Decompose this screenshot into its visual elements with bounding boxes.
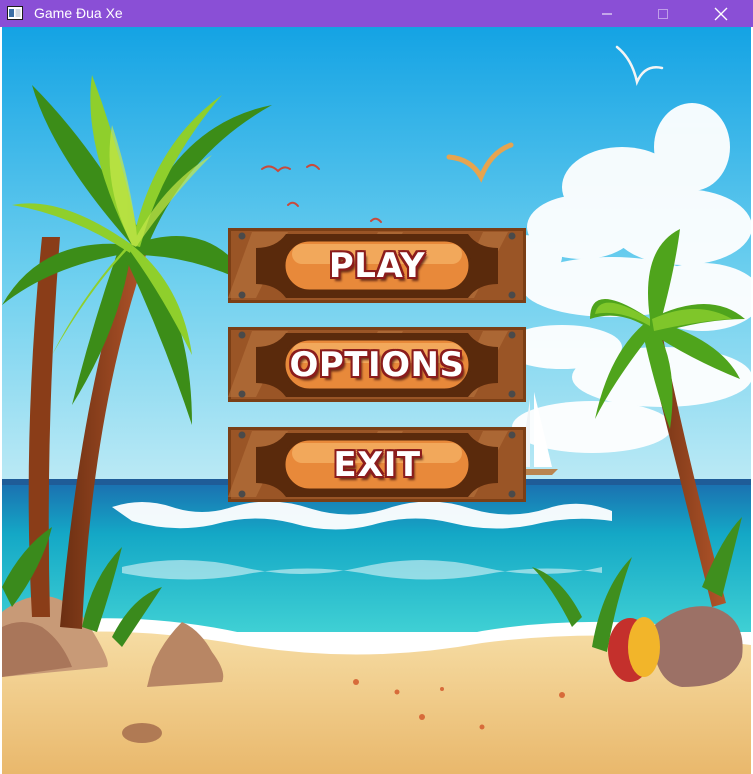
maximize-button[interactable] <box>640 0 686 27</box>
exit-button[interactable]: EXIT <box>228 427 526 502</box>
play-button[interactable]: PLAY <box>228 228 526 303</box>
game-canvas[interactable]: PLAY OPTIONS EXIT <box>2 27 751 774</box>
minimize-icon <box>602 13 612 14</box>
app-window-icon <box>7 6 23 20</box>
options-label: OPTIONS <box>289 344 465 385</box>
minimize-button[interactable] <box>584 0 630 27</box>
game-window: Game Đua Xe PLAY OPTIONS EXIT <box>0 0 753 774</box>
title-bar[interactable]: Game Đua Xe <box>0 0 753 27</box>
maximize-icon <box>658 8 668 19</box>
close-icon <box>714 7 728 20</box>
play-label: PLAY <box>328 245 426 286</box>
exit-label: EXIT <box>333 444 421 485</box>
options-button[interactable]: OPTIONS <box>228 327 526 402</box>
close-button[interactable] <box>698 0 744 27</box>
window-title: Game Đua Xe <box>34 5 123 21</box>
